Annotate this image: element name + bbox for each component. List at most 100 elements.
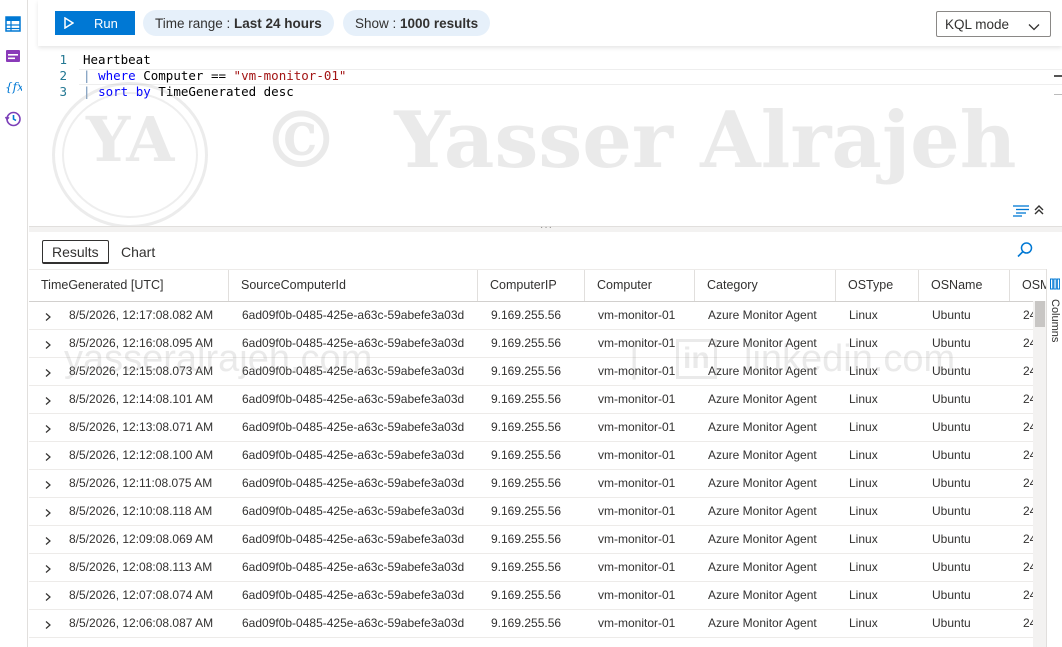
chevron-right-icon[interactable]: [43, 451, 53, 461]
chevron-right-icon[interactable]: [43, 507, 53, 517]
cell-osname: Ubuntu: [932, 560, 971, 574]
columns-toggle[interactable]: Columns: [1049, 299, 1061, 342]
chevron-right-icon[interactable]: [43, 591, 53, 601]
code-text: Heartbeat: [83, 52, 151, 67]
column-header-sourcecomputerid[interactable]: SourceComputerId: [229, 270, 478, 301]
cell-timegenerated: 8/5/2026, 12:09:08.069 AM: [69, 532, 214, 546]
chevron-right-icon[interactable]: [43, 423, 53, 433]
cell-timegenerated: 8/5/2026, 12:08:08.113 AM: [69, 560, 213, 574]
cell-computer: vm-monitor-01: [598, 616, 676, 630]
column-header-category[interactable]: Category: [695, 270, 836, 301]
column-header-timegenerated[interactable]: TimeGenerated [UTC]: [29, 270, 229, 301]
run-label: Run: [94, 15, 118, 31]
cell-ostype: Linux: [849, 336, 878, 350]
table-row[interactable]: 8/5/2026, 12:11:08.075 AM 6ad09f0b-0485-4…: [29, 470, 1046, 498]
table-row[interactable]: [29, 638, 1046, 647]
chevron-right-icon[interactable]: [43, 367, 53, 377]
column-header-osname[interactable]: OSName: [919, 270, 1010, 301]
cell-sourcecomputerid: 6ad09f0b-0485-425e-a63c-59abefe3a03d: [242, 476, 465, 490]
chevron-right-icon[interactable]: [43, 619, 53, 629]
kql-mode-dropdown[interactable]: KQL mode: [936, 11, 1051, 37]
time-range-picker[interactable]: Time range : Last 24 hours: [143, 10, 334, 36]
query-toolbar: Run Time range : Last 24 hours Show : 10…: [38, 0, 1062, 46]
columns-icon[interactable]: [1050, 278, 1061, 293]
table-row[interactable]: 8/5/2026, 12:06:08.087 AM 6ad09f0b-0485-4…: [29, 610, 1046, 638]
table-row[interactable]: 8/5/2026, 12:13:08.071 AM 6ad09f0b-0485-4…: [29, 414, 1046, 442]
cell-computerip: 9.169.255.56: [491, 476, 562, 490]
column-header-computer[interactable]: Computer: [585, 270, 695, 301]
cell-ostype: Linux: [849, 308, 878, 322]
cell-osname: Ubuntu: [932, 504, 971, 518]
scrollbar-thumb[interactable]: [1035, 301, 1045, 327]
cell-timegenerated: 8/5/2026, 12:17:08.082 AM: [69, 308, 214, 322]
cell-timegenerated: 8/5/2026, 12:11:08.075 AM: [69, 476, 213, 490]
table-row[interactable]: 8/5/2026, 12:10:08.118 AM 6ad09f0b-0485-4…: [29, 498, 1046, 526]
table-row[interactable]: 8/5/2026, 12:08:08.113 AM 6ad09f0b-0485-4…: [29, 554, 1046, 582]
play-icon: [64, 17, 78, 29]
svg-text:{fx}: {fx}: [5, 80, 22, 94]
show-value: 1000 results: [400, 15, 479, 31]
cell-osname: Ubuntu: [932, 588, 971, 602]
tables-icon[interactable]: [4, 15, 22, 33]
column-header-osmajorversion[interactable]: OSM: [1010, 270, 1046, 301]
chevron-right-icon[interactable]: [43, 395, 53, 405]
kql-mode-label: KQL mode: [945, 16, 1010, 32]
cell-category: Azure Monitor Agent: [708, 336, 817, 350]
cell-computerip: 9.169.255.56: [491, 588, 562, 602]
cell-ostype: Linux: [849, 588, 878, 602]
table-row[interactable]: 8/5/2026, 12:07:08.074 AM 6ad09f0b-0485-4…: [29, 582, 1046, 610]
table-row[interactable]: 8/5/2026, 12:12:08.100 AM 6ad09f0b-0485-4…: [29, 442, 1046, 470]
cell-category: Azure Monitor Agent: [708, 420, 817, 434]
expression: Computer ==: [135, 68, 234, 83]
column-header-ostype[interactable]: OSType: [836, 270, 919, 301]
editor-line: 1 Heartbeat: [29, 52, 1062, 68]
cell-computerip: 9.169.255.56: [491, 308, 562, 322]
editor-tools: [1012, 203, 1045, 220]
format-query-icon[interactable]: [1012, 203, 1030, 220]
chevron-right-icon[interactable]: [43, 311, 53, 321]
search-icon[interactable]: [1016, 241, 1034, 262]
column-header-computerip[interactable]: ComputerIP: [478, 270, 585, 301]
show-label: Show :: [355, 15, 401, 31]
cell-osname: Ubuntu: [932, 392, 971, 406]
cell-computer: vm-monitor-01: [598, 420, 676, 434]
cell-ostype: Linux: [849, 504, 878, 518]
cell-computerip: 9.169.255.56: [491, 420, 562, 434]
collapse-editor-icon[interactable]: [1033, 204, 1045, 219]
tab-chart[interactable]: Chart: [112, 240, 164, 264]
queries-icon[interactable]: [4, 47, 22, 65]
functions-icon[interactable]: {fx}: [4, 78, 22, 96]
cell-sourcecomputerid: 6ad09f0b-0485-425e-a63c-59abefe3a03d: [242, 336, 465, 350]
cell-computerip: 9.169.255.56: [491, 448, 562, 462]
grid-vertical-scrollbar[interactable]: [1033, 301, 1046, 647]
table-row[interactable]: 8/5/2026, 12:14:08.101 AM 6ad09f0b-0485-4…: [29, 386, 1046, 414]
tab-results[interactable]: Results: [42, 240, 109, 264]
cell-sourcecomputerid: 6ad09f0b-0485-425e-a63c-59abefe3a03d: [242, 616, 465, 630]
editor-line: 2 | where Computer == "vm-monitor-01": [29, 68, 1062, 84]
cell-osname: Ubuntu: [932, 532, 971, 546]
table-row[interactable]: 8/5/2026, 12:09:08.069 AM 6ad09f0b-0485-4…: [29, 526, 1046, 554]
cell-sourcecomputerid: 6ad09f0b-0485-425e-a63c-59abefe3a03d: [242, 364, 465, 378]
chevron-right-icon[interactable]: [43, 535, 53, 545]
show-results-picker[interactable]: Show : 1000 results: [343, 10, 491, 36]
cell-category: Azure Monitor Agent: [708, 616, 817, 630]
cell-osname: Ubuntu: [932, 336, 971, 350]
cell-category: Azure Monitor Agent: [708, 392, 817, 406]
cell-computerip: 9.169.255.56: [491, 560, 562, 574]
table-row[interactable]: 8/5/2026, 12:15:08.073 AM 6ad09f0b-0485-4…: [29, 358, 1046, 386]
table-name: Heartbeat: [83, 52, 151, 67]
line-number: 1: [59, 52, 67, 67]
run-button[interactable]: Run: [55, 11, 135, 35]
cell-timegenerated: 8/5/2026, 12:06:08.087 AM: [69, 616, 214, 630]
chevron-right-icon[interactable]: [43, 563, 53, 573]
table-row[interactable]: 8/5/2026, 12:17:08.082 AM 6ad09f0b-0485-4…: [29, 302, 1046, 330]
chevron-right-icon[interactable]: [43, 479, 53, 489]
cell-osname: Ubuntu: [932, 448, 971, 462]
left-rail: {fx}: [0, 0, 28, 647]
cell-computerip: 9.169.255.56: [491, 532, 562, 546]
history-icon[interactable]: [4, 110, 22, 128]
columns-pane: Columns: [1046, 269, 1062, 647]
table-row[interactable]: 8/5/2026, 12:16:08.095 AM 6ad09f0b-0485-4…: [29, 330, 1046, 358]
editor-line: 3 | sort by TimeGenerated desc: [29, 84, 1062, 100]
chevron-right-icon[interactable]: [43, 339, 53, 349]
